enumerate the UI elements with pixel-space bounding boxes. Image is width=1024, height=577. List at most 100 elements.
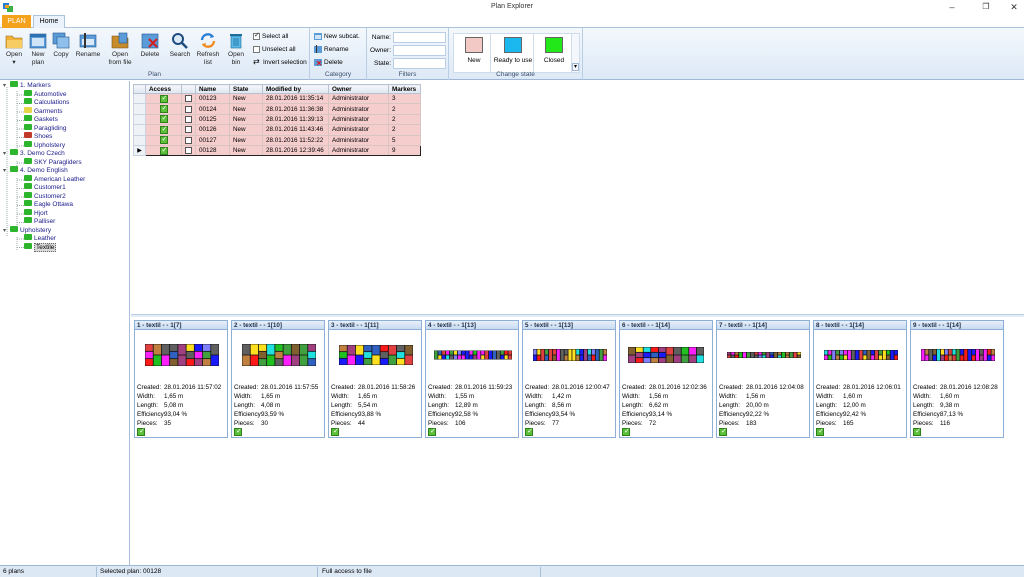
expand-toggle-icon[interactable]: ▾ (3, 82, 10, 91)
expand-toggle-icon[interactable]: ▾ (3, 167, 10, 176)
card-created-label: Created: (234, 384, 259, 391)
tree-node-label: Upholstery (34, 141, 66, 149)
new-plan-button[interactable]: New plan (27, 32, 49, 67)
table-row[interactable]: 00125New28.01.2016 11:39:13Administrator… (133, 113, 421, 126)
tree-node[interactable]: SKY Paragliders (24, 157, 82, 168)
row-indicator[interactable] (133, 134, 146, 146)
row-checkbox[interactable] (185, 126, 192, 134)
row-indicator[interactable] (133, 124, 146, 136)
col-access[interactable]: Access (145, 84, 182, 94)
cell-owner: Administrator (328, 134, 389, 146)
unselect-all-checkbox[interactable]: Unselect all (253, 45, 296, 55)
row-indicator[interactable] (133, 113, 146, 126)
col-name[interactable]: Name (195, 84, 230, 94)
cell-state: New (229, 134, 263, 146)
select-all-checkbox[interactable]: Select all (253, 31, 288, 42)
search-icon (172, 33, 188, 49)
tree-node[interactable]: Palliser (24, 217, 55, 227)
col-modified-by[interactable]: Modified by (262, 84, 329, 94)
owner-filter-input[interactable] (393, 45, 446, 56)
tab-home[interactable]: Home (33, 15, 65, 29)
gallery-scroll[interactable]: ▾ (571, 33, 580, 73)
search-button[interactable]: Search (169, 32, 191, 59)
tree-node[interactable]: American Leather (24, 174, 85, 185)
card-created-row: Created: 28.01.2016 12:06:01 (816, 384, 901, 391)
card-pieces-row: Pieces: 183 (719, 420, 757, 427)
state-closed-button[interactable]: Closed (533, 33, 575, 73)
open-from-file-button[interactable]: Open from file (106, 32, 134, 67)
card-created-label: Created: (428, 384, 453, 391)
tree-node[interactable]: Upholstery (24, 140, 66, 151)
expand-toggle-icon[interactable]: ▾ (3, 150, 10, 159)
tree-node[interactable]: ▾ 4. Demo English (3, 166, 68, 176)
close-icon[interactable]: ✕ (1000, 1, 1024, 13)
folder-icon (24, 115, 32, 122)
marker-card[interactable]: 1 - textil - - 1[7] Created: 28.01.2016 11… (134, 320, 228, 438)
state-new-button[interactable]: New (453, 33, 495, 73)
minimize-icon[interactable]: – (938, 1, 966, 13)
category-delete-button[interactable]: Delete (314, 58, 343, 68)
table-row[interactable]: 00126New28.01.2016 11:43:46Administrator… (133, 124, 421, 136)
rename-button[interactable]: Rename (75, 32, 101, 59)
table-row[interactable]: 00123New28.01.2016 11:35:14Administrator… (133, 92, 421, 105)
card-length-label: Length: (331, 402, 353, 409)
marker-card[interactable]: 7 - textil - - 1[14] Created: 28.01.2016 1… (716, 320, 810, 438)
expand-toggle-icon[interactable]: ▾ (3, 227, 10, 236)
new-subcat-button[interactable]: New subcat. (314, 32, 360, 42)
col-select[interactable] (181, 84, 196, 94)
card-efficiency-row: Efficiency:87,13 % (913, 411, 963, 418)
marker-card[interactable]: 9 - textil - - 1[14] Created: 28.01.2016 1… (910, 320, 1004, 438)
delete-button[interactable]: Delete (138, 32, 162, 59)
state-ready-button[interactable]: Ready to use (490, 33, 536, 73)
tab-plan[interactable]: PLAN (2, 15, 31, 28)
card-efficiency-row: Efficiency:93,14 % (622, 411, 672, 418)
row-checkbox[interactable] (185, 95, 192, 103)
marker-card[interactable]: 6 - textil - - 1[14] Created: 28.01.2016 1… (619, 320, 713, 438)
table-row[interactable]: 00127New28.01.2016 11:52:22Administrator… (133, 134, 421, 146)
marker-card[interactable]: 8 - textil - - 1[14] Created: 28.01.2016 1… (813, 320, 907, 438)
card-width-row: Width: 1,65 m (331, 393, 377, 400)
row-checkbox[interactable] (185, 136, 192, 144)
marker-card[interactable]: 4 - textil - - 1[13] Created: 28.01.2016 1… (425, 320, 519, 438)
category-rename-icon (314, 45, 322, 54)
card-length-value: 8,56 m (552, 402, 572, 409)
folder-icon (10, 81, 18, 88)
card-length-row: Length: 5,08 m (137, 402, 183, 409)
col-markers[interactable]: Markers (388, 84, 421, 94)
card-pieces-value: 30 (261, 420, 269, 427)
category-rename-button[interactable]: Rename (314, 45, 349, 55)
row-indicator[interactable] (133, 103, 146, 115)
card-title: 1 - textil - - 1[7] (135, 321, 227, 330)
col-state[interactable]: State (229, 84, 263, 94)
restore-icon[interactable]: ❐ (972, 1, 1000, 13)
state-filter-input[interactable] (393, 58, 446, 69)
row-indicator[interactable] (133, 92, 146, 105)
tree-node[interactable]: Textile (24, 242, 57, 253)
invert-selection-button[interactable]: ⇄ Invert selection (253, 58, 307, 68)
card-length-label: Length: (816, 402, 838, 409)
tree-node[interactable]: ▾ 3. Demo Czech (3, 149, 65, 159)
refresh-list-button[interactable]: Refresh list (196, 32, 220, 67)
name-filter-input[interactable] (393, 32, 446, 43)
select-cell (181, 134, 196, 146)
copy-button[interactable]: Copy (51, 32, 71, 59)
row-checkbox[interactable] (185, 147, 192, 155)
card-width-value: 1,65 m (164, 393, 184, 400)
table-row[interactable]: ▶ 00128New28.01.2016 12:39:46Administrato… (133, 144, 421, 157)
row-checkbox[interactable] (185, 115, 192, 123)
cell-name: 00128 (195, 144, 230, 157)
table-row[interactable]: 00124New28.01.2016 11:36:38Administrator… (133, 103, 421, 115)
row-indicator[interactable]: ▶ (133, 144, 146, 157)
card-efficiency-row: Efficiency:92,58 % (428, 411, 478, 418)
open-button[interactable]: Open ▾ (4, 32, 24, 67)
card-created-value: 28.01.2016 11:57:55 (261, 384, 319, 391)
card-length-value: 20,00 m (746, 402, 769, 409)
marker-card[interactable]: 2 - textil - - 1[10] Created: 28.01.2016 1… (231, 320, 325, 438)
col-owner[interactable]: Owner (328, 84, 389, 94)
open-bin-button[interactable]: Open bin (226, 32, 246, 67)
marker-card[interactable]: 3 - textil - - 1[11] Created: 28.01.2016 1… (328, 320, 422, 438)
gallery-expand-icon[interactable]: ▾ (572, 63, 579, 71)
row-checkbox[interactable] (185, 105, 192, 113)
folder-icon (24, 98, 32, 105)
marker-card[interactable]: 5 - textil - - 1[13] Created: 28.01.2016 1… (522, 320, 616, 438)
